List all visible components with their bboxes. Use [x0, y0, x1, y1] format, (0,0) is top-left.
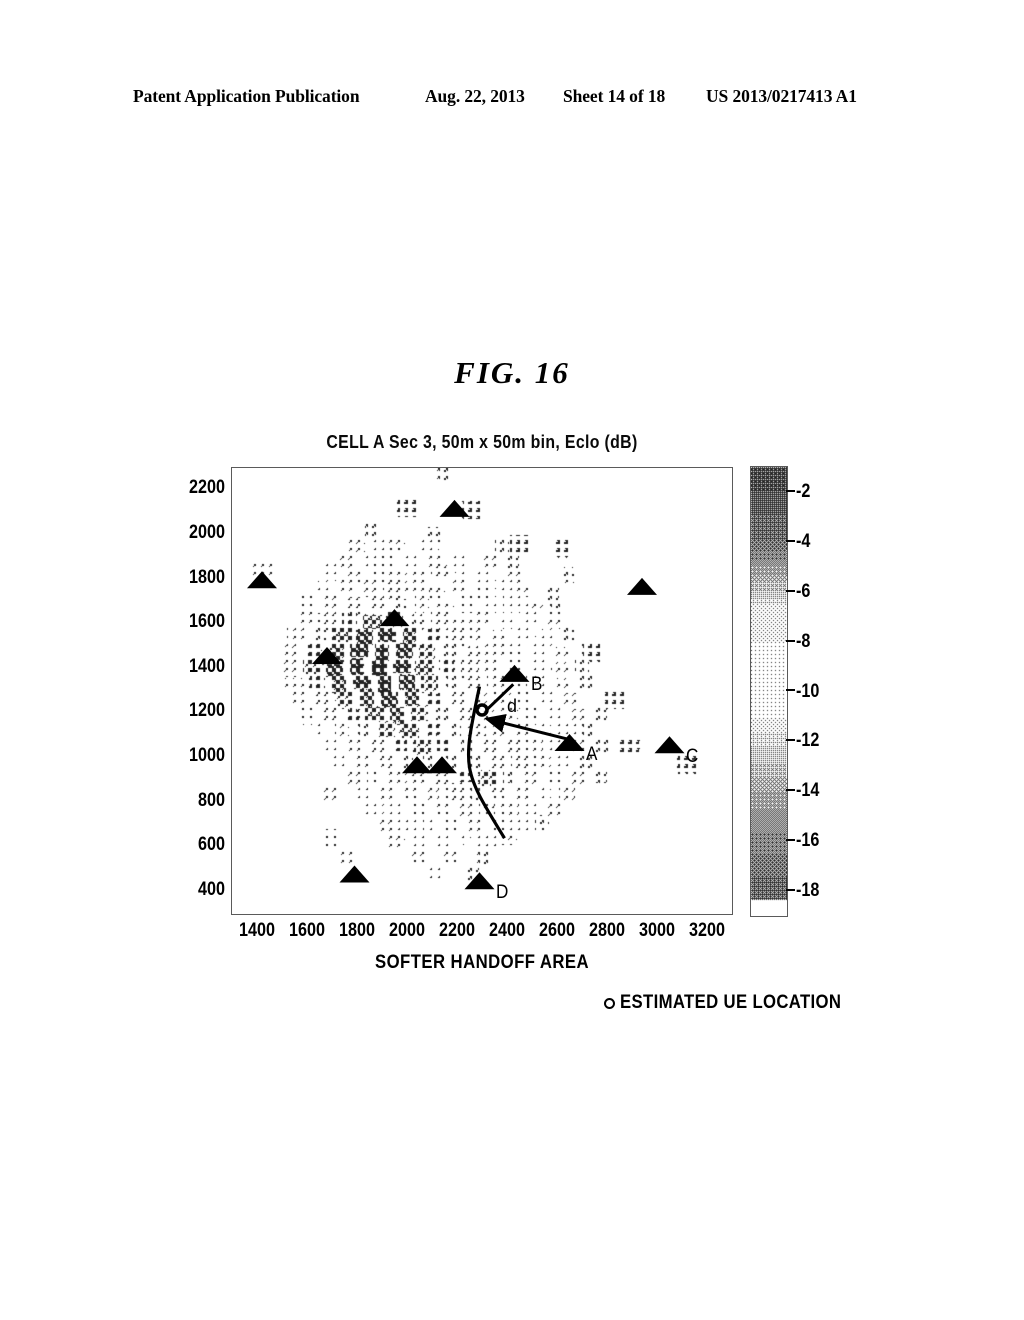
y-tick-label: 1200 — [189, 700, 225, 722]
colorbar-tick: -14 — [786, 780, 823, 802]
colorbar-tick-value: -14 — [796, 780, 820, 802]
estimated-ue-location-circle-icon — [475, 703, 489, 717]
colorbar-tick: -8 — [786, 630, 813, 652]
colorbar-tick-labels: -2 -4 -6 -8 -10 -12 -14 -16 -18 — [786, 466, 876, 915]
cell-site-triangle-marker — [499, 664, 530, 682]
circle-outline-icon — [604, 997, 615, 1009]
y-tick-label: 1600 — [189, 611, 225, 633]
cell-site-triangle-marker — [312, 647, 342, 665]
y-tick-label: 800 — [198, 789, 225, 811]
cell-site-triangle-marker — [379, 609, 410, 627]
colorbar-tick-value: -8 — [796, 630, 811, 652]
chart-container: CELL A Sec 3, 50m x 50m bin, Eclo (dB) 2… — [0, 0, 1024, 1320]
colorbar-tick-value: -16 — [796, 830, 820, 852]
colorbar-gradient — [750, 466, 788, 917]
tick-mark-icon — [786, 539, 795, 542]
tick-mark-icon — [786, 839, 795, 842]
distance-arrow — [484, 713, 568, 741]
site-b-pointer-line — [485, 683, 515, 712]
cell-site-triangle-marker — [439, 499, 470, 517]
y-tick-label: 1800 — [189, 566, 225, 588]
cell-site-triangle-marker — [247, 571, 277, 589]
y-tick-label: 600 — [198, 834, 225, 856]
colorbar-tick: -2 — [786, 480, 813, 502]
colorbar-tick: -10 — [786, 680, 823, 702]
colorbar-tick-value: -10 — [796, 680, 820, 702]
colorbar-tick: -4 — [786, 530, 813, 552]
y-tick-label: 400 — [198, 878, 225, 900]
y-tick-label: 2000 — [189, 521, 225, 543]
colorbar-tick: -12 — [786, 730, 823, 752]
tick-mark-icon — [786, 739, 795, 742]
tick-mark-icon — [786, 889, 795, 892]
x-axis-label: SOFTER HANDOFF AREA — [375, 952, 589, 973]
cell-site-triangle-marker — [402, 756, 432, 774]
y-axis-tick-labels: 2200 2000 1800 1600 1400 1200 1000 800 600 400 — [163, 467, 225, 915]
colorbar-tick: -18 — [786, 880, 823, 902]
chart-title: CELL A Sec 3, 50m x 50m bin, Eclo (dB) — [326, 432, 638, 452]
colorbar-tick-value: -18 — [796, 880, 820, 902]
heatmap-plot-area: BACDd — [231, 467, 733, 915]
x-axis-tick-labels: 1400 1600 1800 2000 2200 2400 2600 2800 3000 3200 — [231, 920, 733, 946]
colorbar-tick-value: -12 — [796, 730, 820, 752]
tick-mark-icon — [786, 489, 795, 492]
cell-site-triangle-marker — [654, 736, 685, 754]
legend: ESTIMATED UE LOCATION — [604, 990, 872, 1016]
x-tick-label: 3200 — [689, 920, 725, 941]
y-tick-label: 2200 — [189, 477, 225, 499]
colorbar-tick-value: -2 — [796, 480, 811, 502]
colorbar-tick-value: -6 — [796, 580, 811, 602]
colorbar — [750, 466, 788, 917]
legend-label: ESTIMATED UE LOCATION — [620, 992, 842, 1013]
cell-site-triangle-marker — [427, 756, 457, 774]
cell-site-triangle-marker — [627, 577, 657, 595]
y-tick-label: 1400 — [189, 655, 225, 677]
cell-site-triangle-marker — [464, 872, 495, 890]
tick-mark-icon — [786, 789, 795, 792]
tick-mark-icon — [786, 589, 795, 592]
heatmap-overlay-markers — [247, 499, 685, 890]
tick-mark-icon — [786, 689, 795, 692]
colorbar-tick: -16 — [786, 830, 823, 852]
tick-mark-icon — [786, 639, 795, 642]
colorbar-tick: -6 — [786, 580, 813, 602]
cell-site-triangle-marker — [339, 865, 370, 883]
colorbar-tick-value: -4 — [796, 530, 811, 552]
y-tick-label: 1000 — [189, 744, 225, 766]
